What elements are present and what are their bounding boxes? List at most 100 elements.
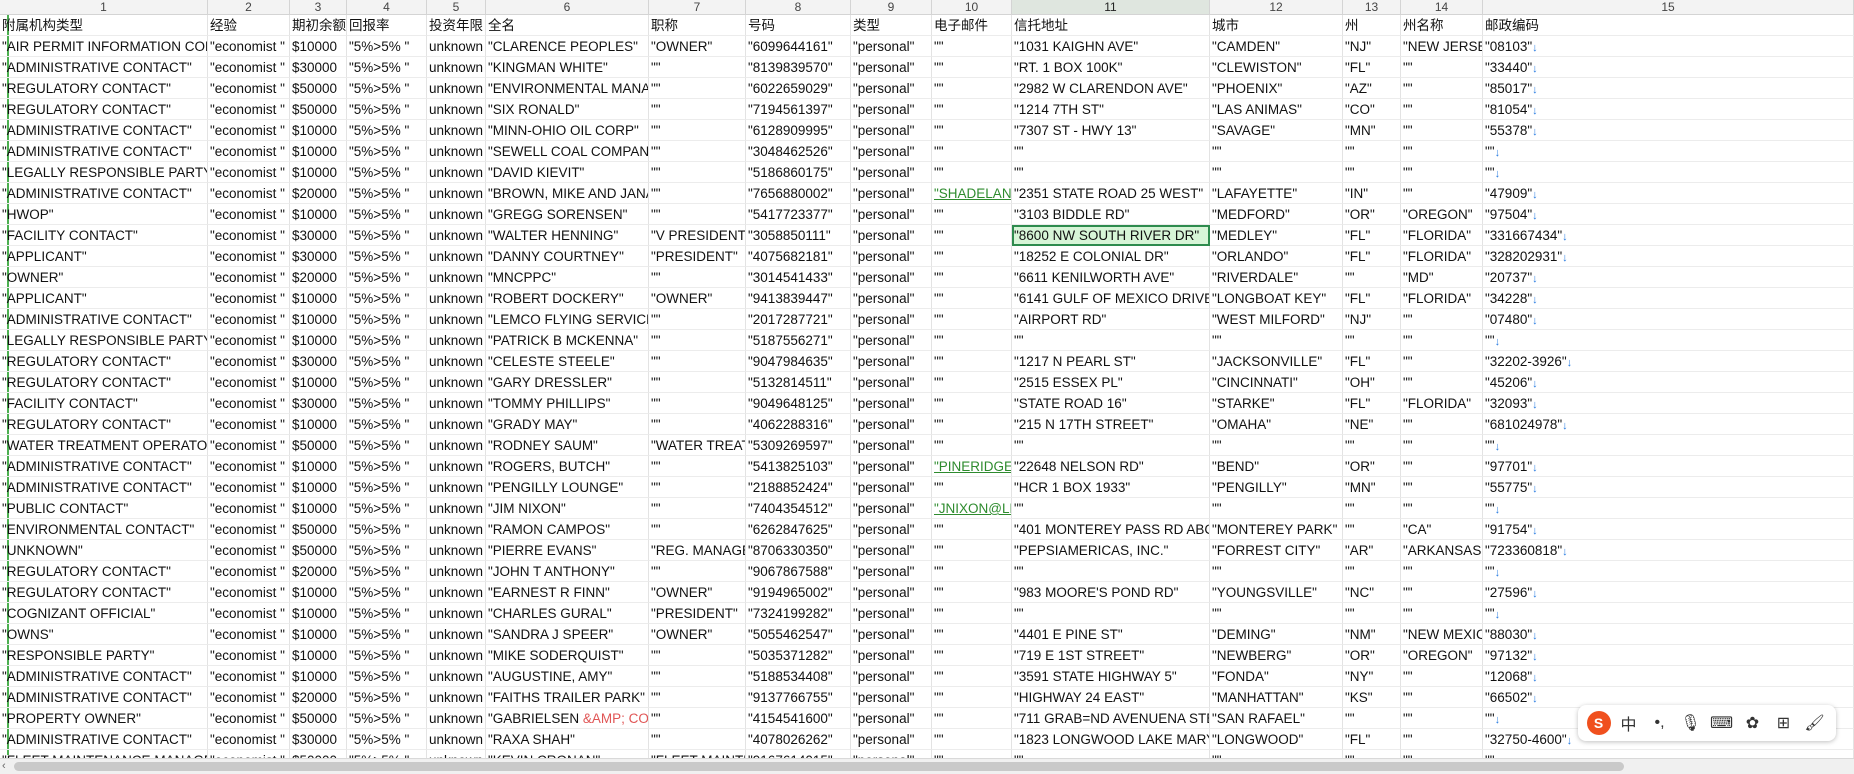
cell[interactable]: "" [1401,477,1483,498]
cell[interactable]: "personal" [851,120,932,141]
cell[interactable]: "" [932,351,1012,372]
cell[interactable]: "AIRPORT RD" [1012,309,1210,330]
cell[interactable]: "ROGERS, BUTCH" [486,456,649,477]
cell[interactable]: "55775"↓ [1483,477,1854,498]
cell[interactable]: "ENVIRONMENTAL MANAGEMENT" [486,78,649,99]
cell[interactable]: $50000 [290,99,347,120]
cell[interactable]: unknown [427,708,486,729]
cell[interactable]: "" [649,519,746,540]
cell[interactable]: unknown [427,267,486,288]
cell[interactable]: "" [932,204,1012,225]
language-toggle[interactable]: 中 [1616,711,1642,735]
cell[interactable]: unknown [427,435,486,456]
cell[interactable]: "economist " [208,372,290,393]
cell[interactable]: $20000 [290,561,347,582]
cell[interactable]: "personal" [851,309,932,330]
cell[interactable]: "2188852424" [746,477,851,498]
cell[interactable]: "economist " [208,162,290,183]
cell[interactable]: "DAVID KIEVIT" [486,162,649,183]
horizontal-scrollbar[interactable]: ‹ [0,758,1854,774]
cell[interactable]: unknown [427,162,486,183]
cell[interactable]: "personal" [851,519,932,540]
cell[interactable]: "5%>5% " [347,330,427,351]
cell[interactable]: ""↓ [1483,435,1854,456]
column-header-14[interactable]: 14 [1401,0,1483,14]
cell[interactable]: "" [1401,351,1483,372]
cell[interactable]: unknown [427,498,486,519]
cell[interactable]: "" [1012,561,1210,582]
cell[interactable]: ""↓ [1483,498,1854,519]
cell[interactable]: "HCR 1 BOX 1933" [1012,477,1210,498]
cell[interactable]: $50000 [290,519,347,540]
cell[interactable]: "personal" [851,456,932,477]
cell[interactable]: "SEWELL COAL COMPANY" [486,141,649,162]
cell[interactable]: "" [649,477,746,498]
cell[interactable]: "401 MONTEREY PASS RD ABC" [1012,519,1210,540]
cell[interactable]: "LEGALLY RESPONSIBLE PARTY" [0,330,208,351]
cell[interactable]: "REGULATORY CONTACT" [0,78,208,99]
cell[interactable]: "ROBERT DOCKERY" [486,288,649,309]
column-header-6[interactable]: 6 [486,0,649,14]
cell[interactable]: "" [1401,582,1483,603]
cell[interactable]: "" [932,582,1012,603]
cell[interactable]: $10000 [290,477,347,498]
toolbox-icon[interactable]: 🖌 [1802,713,1828,733]
cell[interactable]: "ADMINISTRATIVE CONTACT" [0,687,208,708]
cell[interactable]: "MD" [1401,267,1483,288]
cell[interactable]: unknown [427,393,486,414]
cell[interactable]: "RT. 1 BOX 100K" [1012,57,1210,78]
cell[interactable]: "5%>5% " [347,729,427,750]
cell[interactable]: "" [649,120,746,141]
cell[interactable]: "1217 N PEARL ST" [1012,351,1210,372]
cell[interactable]: "32093"↓ [1483,393,1854,414]
cell[interactable]: "" [1343,498,1401,519]
cell[interactable]: "economist " [208,519,290,540]
cell[interactable]: "" [1401,603,1483,624]
cell[interactable]: "LEMCO FLYING SERVICE" [486,309,649,330]
cell[interactable]: "SAN RAFAEL" [1210,708,1343,729]
cell[interactable]: "55378"↓ [1483,120,1854,141]
cell[interactable]: "5%>5% " [347,645,427,666]
cell[interactable]: "personal" [851,603,932,624]
cell[interactable]: "97132"↓ [1483,645,1854,666]
cell[interactable]: "" [1401,687,1483,708]
cell[interactable]: "" [1012,435,1210,456]
cell[interactable]: "LONGWOOD" [1210,729,1343,750]
cell[interactable]: "LONGBOAT KEY" [1210,288,1343,309]
cell[interactable]: "personal" [851,267,932,288]
cell[interactable]: "" [649,687,746,708]
cell[interactable]: "5%>5% " [347,36,427,57]
cell[interactable]: "CHARLES GURAL" [486,603,649,624]
cell[interactable]: "economist " [208,351,290,372]
cell[interactable]: $10000 [290,141,347,162]
cell[interactable]: "FLORIDA" [1401,288,1483,309]
cell[interactable]: $50000 [290,708,347,729]
cell[interactable]: "BROWN, MIKE AND JANA" [486,183,649,204]
cell[interactable]: "NEW MEXICO" [1401,624,1483,645]
cell[interactable]: "REGULATORY CONTACT" [0,351,208,372]
cell[interactable]: unknown [427,183,486,204]
cell[interactable]: unknown [427,540,486,561]
scrollbar-thumb[interactable] [14,762,1624,771]
cell[interactable]: "" [1401,309,1483,330]
cell[interactable]: "PATRICK B MCKENNA" [486,330,649,351]
cell[interactable]: "5%>5% " [347,57,427,78]
cell[interactable]: "18252 E COLONIAL DR" [1012,246,1210,267]
cell[interactable]: "" [649,141,746,162]
cell[interactable]: "" [1210,330,1343,351]
cell[interactable]: "" [932,99,1012,120]
cell[interactable]: $10000 [290,414,347,435]
cell[interactable]: unknown [427,561,486,582]
cell[interactable]: "5%>5% " [347,393,427,414]
cell[interactable]: "" [932,393,1012,414]
cell[interactable]: "" [1012,141,1210,162]
cell[interactable]: "REGULATORY CONTACT" [0,99,208,120]
cell[interactable]: "economist " [208,729,290,750]
cell[interactable]: "" [649,99,746,120]
cell[interactable]: "EARNEST R FINN" [486,582,649,603]
cell[interactable]: "" [1210,162,1343,183]
cell[interactable]: $30000 [290,57,347,78]
cell[interactable]: "NE" [1343,414,1401,435]
header-cell[interactable]: 投资年限 [427,15,486,36]
cell[interactable]: "" [1401,330,1483,351]
